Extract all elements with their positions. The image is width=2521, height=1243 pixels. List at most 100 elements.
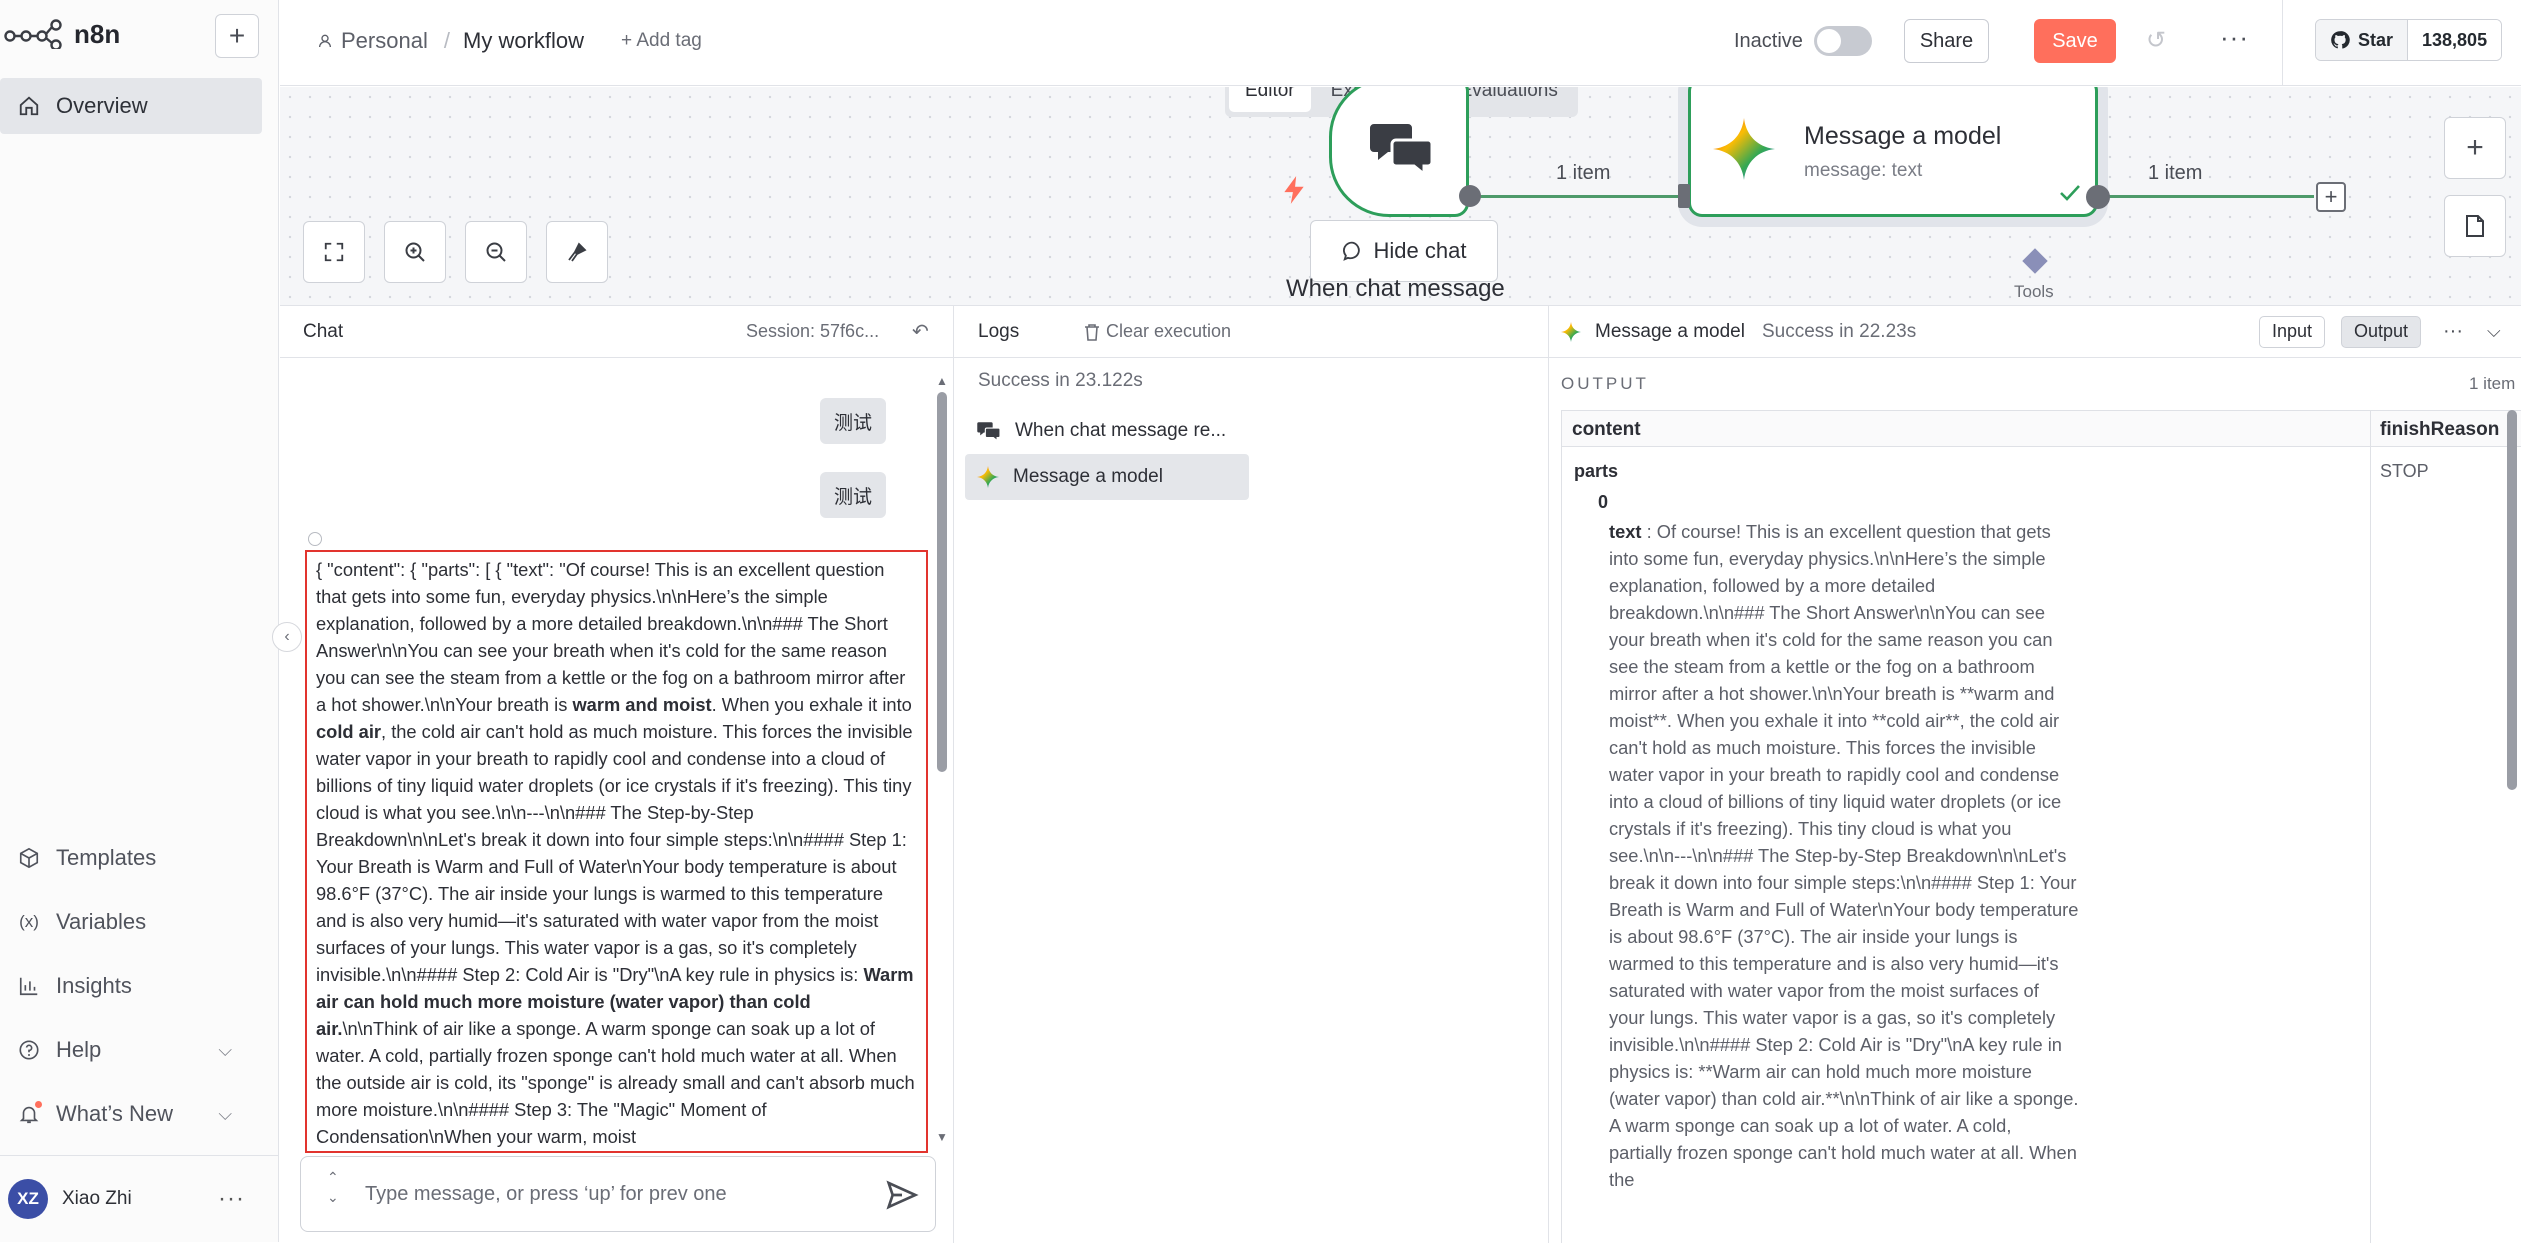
sidebar-item-insights[interactable]: Insights: [0, 958, 262, 1014]
scrollbar[interactable]: ▲ ▼: [936, 374, 948, 1144]
node-chat-trigger[interactable]: [1329, 87, 1469, 217]
history-arrows-icon[interactable]: ⌃ ⌄: [327, 1167, 339, 1207]
reset-session-icon[interactable]: ↶: [912, 319, 929, 344]
send-icon[interactable]: [885, 1179, 919, 1211]
connection-edge[interactable]: [1470, 195, 1680, 198]
output-tab-button[interactable]: Output: [2341, 315, 2422, 348]
connection-edge[interactable]: [2098, 195, 2314, 198]
chat-message-user: 测试: [819, 398, 886, 444]
node-message-a-model[interactable]: Message a model message: text: [1688, 87, 2098, 217]
sidebar-item-label: Templates: [56, 845, 157, 870]
share-button[interactable]: Share: [1904, 19, 1989, 63]
bottom-panel: Chat Session: 57f6c... ↶ 测试 测试 { "conten…: [272, 305, 2521, 1243]
json-text-value: text : Of course! This is an excellent q…: [1609, 521, 2084, 1190]
active-toggle[interactable]: [1814, 26, 1872, 56]
sidebar-item-templates[interactable]: Templates: [0, 830, 262, 886]
add-tag-button[interactable]: + Add tag: [621, 30, 702, 52]
chevron-down-icon: ⌵: [218, 1103, 232, 1124]
session-id[interactable]: Session: 57f6c...: [746, 321, 879, 342]
undo-icon[interactable]: ↺: [2146, 26, 2166, 55]
bar-chart-icon: [19, 977, 38, 996]
chat-text-segment: . When you exhale it into: [711, 694, 917, 715]
breadcrumb-separator: /: [443, 28, 450, 53]
json-key-text: text: [1609, 521, 1642, 542]
workflow-canvas[interactable]: 1 item 1 item Editor Executions Evaluati…: [280, 87, 2521, 305]
sidebar-item-help[interactable]: Help ⌵: [0, 1022, 262, 1078]
chat-input[interactable]: Type message, or press ‘up’ for prev one: [365, 1183, 727, 1206]
edge-item-count: 1 item: [2148, 162, 2203, 184]
log-item-label: Message a model: [1013, 466, 1163, 487]
add-node-button[interactable]: +: [2316, 182, 2346, 212]
tools-label: Tools: [2014, 282, 2054, 301]
tools-handle[interactable]: [2022, 248, 2048, 274]
scrollbar[interactable]: [2507, 410, 2517, 1230]
log-item-chat-trigger[interactable]: When chat message re...: [965, 408, 1249, 454]
save-button[interactable]: Save: [2034, 19, 2116, 63]
github-star: Star: [2316, 20, 2409, 60]
log-item-label: When chat message re...: [1015, 420, 1227, 441]
collapse-sidebar-button[interactable]: ‹: [272, 622, 302, 652]
output-header: Message a model Success in 22.23s Input …: [1549, 306, 2521, 358]
more-icon[interactable]: ···: [2220, 22, 2249, 53]
sidebar-item-whats-new[interactable]: What’s New ⌵: [0, 1086, 262, 1142]
sidebar-item-label: Variables: [56, 909, 147, 934]
add-node-panel-button[interactable]: +: [2444, 117, 2506, 179]
column-header-content[interactable]: content: [1572, 419, 1641, 441]
trigger-bolt-icon: [1281, 175, 1307, 210]
chat-icon: [977, 422, 1001, 442]
log-item-message-model[interactable]: Message a model: [965, 454, 1249, 500]
workflow-name[interactable]: My workflow: [463, 28, 584, 54]
zoom-in-icon: [405, 242, 425, 262]
chat-icon: [1342, 241, 1360, 261]
hide-chat-label: Hide chat: [1373, 238, 1467, 263]
gemini-icon: [1713, 118, 1775, 180]
fullscreen-icon: [324, 242, 344, 262]
chat-message-user: 测试: [819, 472, 886, 518]
help-icon: [19, 1040, 39, 1060]
node-label: When chat message: [1286, 275, 1505, 302]
chat-title: Chat: [303, 320, 344, 342]
logo-text: n8n: [74, 18, 121, 49]
chat-bubbles-icon: [1370, 124, 1434, 178]
fit-view-button[interactable]: [303, 221, 365, 283]
trash-icon: [1085, 323, 1099, 341]
note-icon: [2466, 215, 2484, 237]
variables-icon: (x): [19, 912, 39, 931]
clear-execution-button[interactable]: Clear execution: [1084, 321, 1231, 342]
input-handle[interactable]: [1678, 184, 1690, 208]
user-menu[interactable]: XZ Xiao Zhi ···: [0, 1155, 279, 1242]
breadcrumb[interactable]: Personal /: [317, 28, 450, 54]
n8n-logo-icon: [4, 19, 62, 49]
chat-bold-segment: warm and moist: [572, 694, 712, 715]
sidebar-item-variables[interactable]: (x) Variables: [0, 894, 262, 950]
input-tab-button[interactable]: Input: [2259, 315, 2326, 348]
tidy-up-button[interactable]: [546, 221, 608, 283]
bell-icon: [18, 1101, 42, 1125]
output-handle[interactable]: [1459, 185, 1481, 207]
chat-text-segment: \n\nThink of air like a sponge. A warm s…: [316, 1018, 920, 1147]
chat-text-segment: { "content": { "parts": [ { "text": "Of …: [316, 559, 911, 715]
tab-editor[interactable]: Editor: [1229, 87, 1311, 112]
zoom-out-button[interactable]: [465, 221, 527, 283]
logs-summary: Success in 23.122s: [978, 370, 1143, 391]
more-icon[interactable]: ···: [218, 1185, 245, 1213]
json-key-index: 0: [1598, 492, 1609, 512]
new-resource-button[interactable]: +: [215, 14, 259, 58]
chat-header: Chat Session: 57f6c... ↶: [280, 306, 953, 358]
sidebar-item-label: Overview: [56, 93, 148, 118]
output-handle[interactable]: [2086, 185, 2110, 209]
more-icon[interactable]: ···: [2443, 320, 2463, 343]
output-panel: Message a model Success in 22.23s Input …: [1549, 306, 2521, 1243]
sticky-note-button[interactable]: [2444, 195, 2506, 257]
chevron-down-icon[interactable]: ⌵: [2487, 321, 2501, 342]
item-count: 1 item: [2469, 374, 2516, 393]
sidebar-item-label: What’s New: [56, 1101, 173, 1126]
column-header-finish-reason[interactable]: finishReason: [2380, 419, 2499, 441]
github-star-button[interactable]: Star 138,805: [2315, 19, 2503, 61]
logo[interactable]: n8n: [0, 14, 120, 54]
sidebar-item-overview[interactable]: Overview: [0, 78, 262, 134]
zoom-in-button[interactable]: [384, 221, 446, 283]
hide-chat-button[interactable]: Hide chat: [1310, 220, 1498, 282]
github-star-label: Star: [2358, 29, 2394, 50]
chat-input-box[interactable]: ⌃ ⌄ Type message, or press ‘up’ for prev …: [300, 1156, 936, 1232]
